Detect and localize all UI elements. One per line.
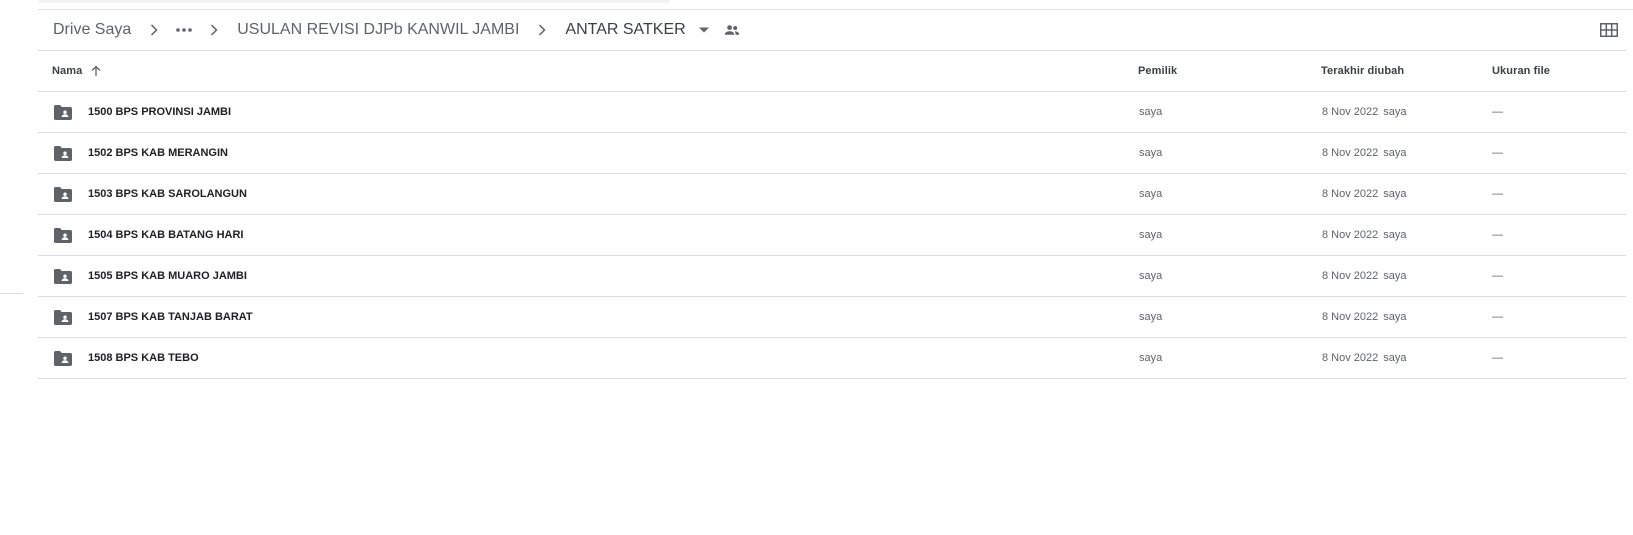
modified-by: saya [1383,106,1407,118]
file-size-cell: — [1492,311,1503,323]
modified-date: 8 Nov 2022 [1322,229,1379,241]
breadcrumb-current[interactable]: ANTAR SATKER [554,15,689,45]
modified-date: 8 Nov 2022 [1322,188,1379,200]
modified-cell: 8 Nov 2022 saya [1322,92,1407,132]
modified-date: 8 Nov 2022 [1322,106,1379,118]
chevron-right-icon [202,18,226,42]
column-name-label: Nama [52,65,83,77]
modified-cell: 8 Nov 2022 saya [1322,215,1407,255]
modified-cell: 8 Nov 2022 saya [1322,174,1407,214]
modified-by: saya [1383,229,1407,241]
shared-folder-icon [54,266,74,286]
file-name: 1508 BPS KAB TEBO [88,352,199,364]
file-size-cell: — [1492,229,1503,241]
table-row[interactable]: 1504 BPS KAB BATANG HARI saya 8 Nov 2022 sa… [38,215,1626,256]
file-name: 1503 BPS KAB SAROLANGUN [88,188,247,200]
shared-folder-icon [54,184,74,204]
chevron-right-icon [142,18,166,42]
modified-by: saya [1383,270,1407,282]
owner-cell: saya [1139,352,1163,364]
modified-date: 8 Nov 2022 [1322,147,1379,159]
modified-cell: 8 Nov 2022 saya [1322,256,1407,296]
column-header-modified[interactable]: Terakhir diubah [1321,51,1404,91]
modified-by: saya [1383,147,1407,159]
table-row[interactable]: 1507 BPS KAB TANJAB BARAT saya 8 Nov 2022 s… [38,297,1626,338]
modified-date: 8 Nov 2022 [1322,311,1379,323]
table-row[interactable]: 1503 BPS KAB SAROLANGUN saya 8 Nov 2022 say… [38,174,1626,215]
modified-by: saya [1383,352,1407,364]
shared-folder-icon [54,102,74,122]
owner-cell: saya [1139,270,1163,282]
table-row[interactable]: 1500 BPS PROVINSI JAMBI saya 8 Nov 2022 say… [38,92,1626,133]
modified-cell: 8 Nov 2022 saya [1322,133,1407,173]
file-list: Nama Pemilik Terakhir diubah Ukuran file… [38,50,1626,379]
table-row[interactable]: 1508 BPS KAB TEBO saya 8 Nov 2022 saya — [38,338,1626,379]
modified-cell: 8 Nov 2022 saya [1322,297,1407,337]
breadcrumb-parent[interactable]: USULAN REVISI DJPb KANWIL JAMBI [226,15,530,45]
file-name: 1505 BPS KAB MUARO JAMBI [88,270,247,282]
shared-folder-icon [54,348,74,368]
file-size-cell: — [1492,106,1503,118]
arrow-up-icon[interactable] [90,65,102,77]
grid-view-icon [1600,23,1618,37]
owner-cell: saya [1139,147,1163,159]
file-name-cell: 1502 BPS KAB MERANGIN [54,133,228,173]
file-name-cell: 1503 BPS KAB SAROLANGUN [54,174,247,214]
people-icon[interactable] [718,16,746,44]
file-size-cell: — [1492,188,1503,200]
sidebar-divider [0,293,23,294]
column-header-name[interactable]: Nama [52,51,102,91]
shared-folder-icon [54,225,74,245]
grid-view-button[interactable] [1591,16,1627,44]
file-name-cell: 1504 BPS KAB BATANG HARI [54,215,243,255]
modified-by: saya [1383,188,1407,200]
file-name-cell: 1508 BPS KAB TEBO [54,338,199,378]
owner-cell: saya [1139,188,1163,200]
arrow-drop-down-icon [698,26,710,34]
file-rows: 1500 BPS PROVINSI JAMBI saya 8 Nov 2022 say… [38,92,1626,379]
owner-cell: saya [1139,106,1163,118]
breadcrumb: Drive Saya USULAN REVISI DJPb KANWIL JAM… [42,10,746,50]
folder-menu-button[interactable] [690,16,718,44]
modified-date: 8 Nov 2022 [1322,270,1379,282]
breadcrumb-root[interactable]: Drive Saya [42,15,142,45]
modified-cell: 8 Nov 2022 saya [1322,338,1407,378]
file-name-cell: 1500 BPS PROVINSI JAMBI [54,92,231,132]
table-row[interactable]: 1502 BPS KAB MERANGIN saya 8 Nov 2022 saya — [38,133,1626,174]
file-size-cell: — [1492,270,1503,282]
shared-folder-icon [54,143,74,163]
file-name: 1504 BPS KAB BATANG HARI [88,229,244,241]
column-header-owner[interactable]: Pemilik [1138,51,1177,91]
modified-by: saya [1383,311,1407,323]
file-size-cell: — [1492,352,1503,364]
file-size-cell: — [1492,147,1503,159]
chevron-right-icon [530,18,554,42]
more-folders-button[interactable] [166,16,202,44]
file-name: 1502 BPS KAB MERANGIN [88,147,228,159]
shared-folder-icon [54,307,74,327]
table-row[interactable]: 1505 BPS KAB MUARO JAMBI saya 8 Nov 2022 sa… [38,256,1626,297]
file-name: 1507 BPS KAB TANJAB BARAT [88,311,253,323]
owner-cell: saya [1139,229,1163,241]
owner-cell: saya [1139,311,1163,323]
more-horiz-icon [175,27,193,33]
file-name-cell: 1507 BPS KAB TANJAB BARAT [54,297,253,337]
search-bar-edge [38,0,670,3]
file-name-cell: 1505 BPS KAB MUARO JAMBI [54,256,247,296]
file-list-header: Nama Pemilik Terakhir diubah Ukuran file [38,51,1626,92]
column-header-size[interactable]: Ukuran file [1492,51,1550,91]
modified-date: 8 Nov 2022 [1322,352,1379,364]
file-name: 1500 BPS PROVINSI JAMBI [88,106,232,118]
drive-page: Drive Saya USULAN REVISI DJPb KANWIL JAM… [0,0,1633,535]
